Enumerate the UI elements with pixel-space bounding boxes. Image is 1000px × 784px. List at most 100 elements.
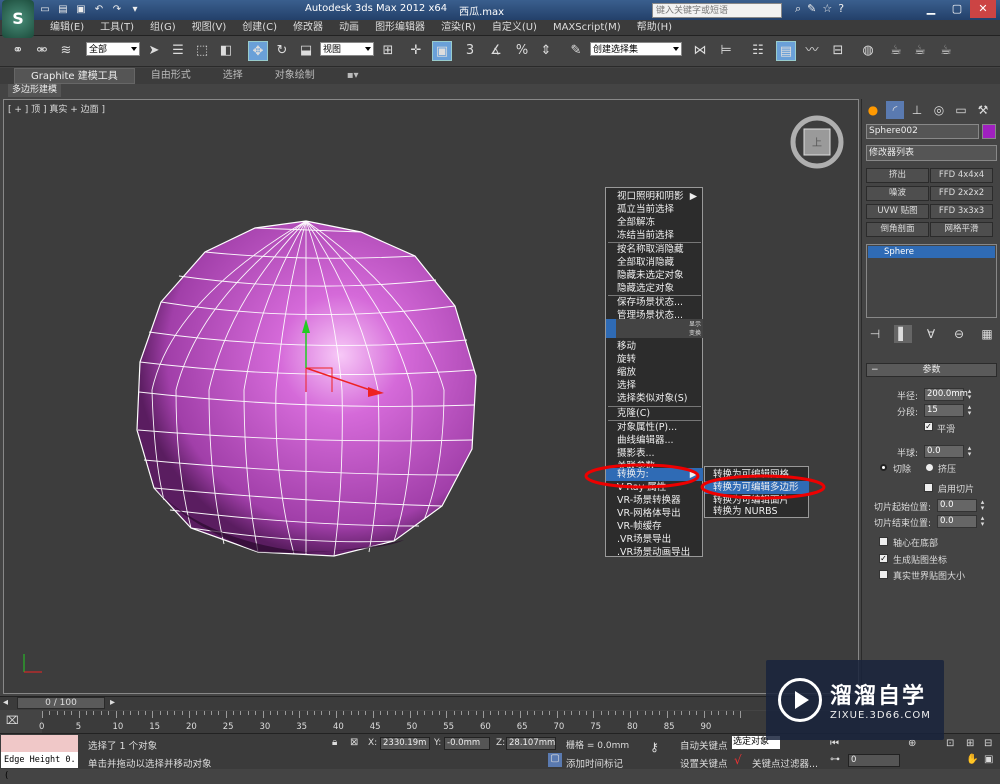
help-icon[interactable]: ? [838,2,844,16]
redo-icon[interactable]: ↷ [110,3,124,17]
menu-save-scene-state[interactable]: 保存场景状态... [606,296,703,309]
mirror-icon[interactable]: ⋈ [690,41,710,61]
hemisphere-spinner[interactable]: ▴ ▾ [966,445,973,458]
time-next-icon[interactable]: ▸ [110,697,115,708]
utilities-tab-icon[interactable]: ⚒ [974,101,992,119]
slice-from-field[interactable]: 0.0 [937,499,977,512]
layer-manager-icon[interactable]: ☷ [748,41,768,61]
modifier-uvw-map-button[interactable]: UVW 贴图 [866,204,929,219]
menu-hide-selection[interactable]: 隐藏选定对象 [606,282,703,295]
modifier-list-dropdown[interactable]: 修改器列表 [866,145,997,161]
unlink-icon[interactable]: ⚮ [32,41,52,61]
show-end-result-icon[interactable]: ▌ [894,325,912,343]
ribbon-options-icon[interactable]: ▪▾ [331,68,375,84]
select-rotate-icon[interactable]: ↻ [272,41,292,61]
make-unique-icon[interactable]: ∀ [922,325,940,343]
key-icon[interactable]: ⚷ [650,740,659,754]
configure-sets-icon[interactable]: ▦ [978,325,996,343]
menu-clone[interactable]: 克隆(C) [606,407,703,420]
key-mode-icon[interactable]: ⊶ [830,754,840,765]
binoculars-icon[interactable]: ⌕ [795,2,801,16]
tab-selection[interactable]: 选择 [207,68,259,84]
align-icon[interactable]: ⊨ [716,41,736,61]
squash-radio[interactable] [926,464,933,471]
object-color-swatch[interactable] [982,124,996,139]
menu-tools[interactable]: 工具(T) [92,20,142,35]
schematic-view-icon[interactable]: ⊟ [828,41,848,61]
menu-modifiers[interactable]: 修改器 [285,20,331,35]
menu-rendering[interactable]: 渲染(R) [433,20,484,35]
menu-maxscript[interactable]: MAXScript(M) [545,20,629,35]
app-menu-button[interactable]: S [2,0,34,38]
select-move-icon[interactable]: ✥ [248,41,268,61]
search-input[interactable]: 键入关键字或短语 [652,3,782,18]
slice-to-field[interactable]: 0.0 [937,515,977,528]
pivot-center-icon[interactable]: ⊞ [378,41,398,61]
z-coord-field[interactable]: 28.107mm [506,737,556,750]
render-setup-icon[interactable]: ☕ [886,41,906,61]
select-scale-icon[interactable]: ⬓ [296,41,316,61]
modify-tab-icon[interactable]: ◜ [886,101,904,119]
object-name-field[interactable]: Sphere002 [866,124,979,139]
bind-spacewarp-icon[interactable]: ≋ [56,41,76,61]
new-icon[interactable]: ▭ [38,3,52,17]
modifier-meshsmooth-button[interactable]: 网格平滑 [930,222,993,237]
x-coord-field[interactable]: 2330.19m [380,737,430,750]
tab-object-paint[interactable]: 对象绘制 [259,68,331,84]
curve-editor-icon[interactable]: 〰 [802,41,822,61]
menu-freeze-selection[interactable]: 冻结当前选择 [606,229,703,242]
menu-unfreeze-all[interactable]: 全部解冻 [606,216,703,229]
viewport-top[interactable]: [ + ] 顶 ] 真实 + 边面 ] 上 [3,99,859,694]
zoom-extents-all-icon[interactable]: ⊟ [984,738,992,749]
timeline-ruler[interactable]: 0 5 10 15 20 25 30 35 40 45 50 55 60 65 70 75 80 85 90 [39,711,860,733]
radius-spinner[interactable]: ▴ ▾ [966,388,973,401]
segments-field[interactable]: 15 [924,404,964,417]
real-world-checkbox[interactable] [879,570,888,579]
slice-to-spinner[interactable]: ▴ ▾ [979,515,986,528]
gen-mapping-checkbox[interactable]: ✓ [879,554,888,563]
menu-vr-frame-buffer[interactable]: VR-帧缓存 [606,520,703,533]
menu-vr-scene-anim-export[interactable]: .VR场景动画导出 [606,546,703,559]
modifier-ffd444-button[interactable]: FFD 4x4x4 [930,168,993,183]
modifier-ffd333-button[interactable]: FFD 3x3x3 [930,204,993,219]
menu-unhide-by-name[interactable]: 按名称取消隐藏 [606,243,703,256]
motion-tab-icon[interactable]: ◎ [930,101,948,119]
selection-filter-dropdown[interactable]: 全部 [86,42,140,56]
segments-spinner[interactable]: ▴ ▾ [966,404,973,417]
time-tag-icon[interactable]: ▢ [548,753,562,767]
radius-field[interactable]: 200.0mm [924,388,968,401]
menu-curve-editor[interactable]: 曲线编辑器... [606,434,703,447]
display-tab-icon[interactable]: ▭ [952,101,970,119]
minimize-icon[interactable]: ▁ [918,0,944,18]
menu-help[interactable]: 帮助(H) [629,20,680,35]
dropdown-icon[interactable]: ▾ [128,3,142,17]
tab-freeform[interactable]: 自由形式 [135,68,207,84]
menu-graph-editors[interactable]: 图形编辑器 [367,20,433,35]
undo-icon[interactable]: ↶ [92,3,106,17]
time-slider-track[interactable] [0,696,860,710]
keyboard-shortcut-icon[interactable]: ▣ [432,41,452,61]
menu-rotate[interactable]: 旋转 [606,353,703,366]
menu-views[interactable]: 视图(V) [184,20,235,35]
select-manipulate-icon[interactable]: ✛ [406,41,426,61]
rendered-frame-icon[interactable]: ☕ [910,41,930,61]
y-coord-field[interactable]: -0.0mm [444,737,490,750]
time-slider[interactable]: 0 / 100 [17,697,105,709]
menu-select[interactable]: 选择 [606,379,703,392]
maximize-viewport-icon[interactable]: ▣ [984,754,993,765]
window-crossing-icon[interactable]: ◧ [216,41,236,61]
slice-from-spinner[interactable]: ▴ ▾ [979,499,986,512]
graphite-toggle-icon[interactable]: ▤ [776,41,796,61]
add-time-tag-label[interactable]: 添加时间标记 [566,756,623,770]
menu-customize[interactable]: 自定义(U) [484,20,545,35]
spinner-snap-icon[interactable]: ⇕ [536,41,556,61]
snap-toggle-icon[interactable]: 3 [460,41,480,61]
menu-convert-nurbs[interactable]: 转换为 NURBS [705,505,809,518]
menu-vr-scene-export[interactable]: .VR场景导出 [606,533,703,546]
lock-icon[interactable]: 🔒︎ [332,737,337,748]
zoom-extents-icon[interactable]: ⊡ [946,738,954,749]
menu-group[interactable]: 组(G) [142,20,184,35]
render-production-icon[interactable]: ☕ [936,41,956,61]
menu-viewport-lighting[interactable]: 视口照明和阴影 ▶ [606,190,703,203]
wrench-icon[interactable]: ✎ [807,2,816,16]
